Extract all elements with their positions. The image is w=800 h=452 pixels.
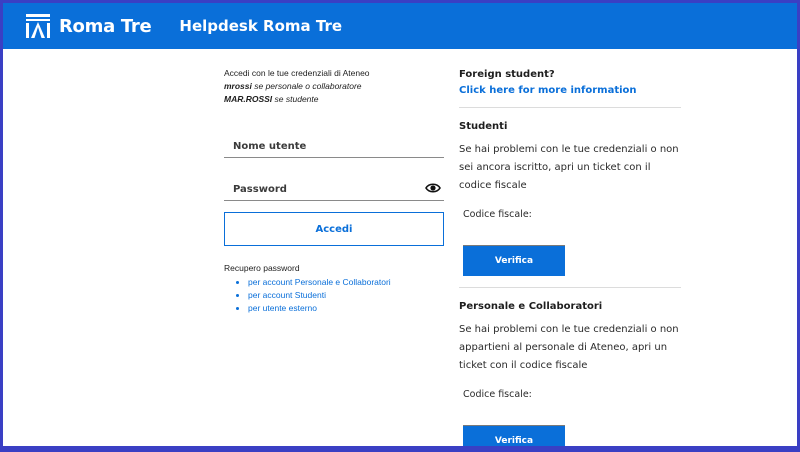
- divider: [459, 107, 681, 108]
- staff-cf-input[interactable]: [463, 416, 565, 426]
- login-button[interactable]: Accedi: [224, 212, 444, 246]
- top-bar: Roma Tre Helpdesk Roma Tre: [3, 3, 797, 49]
- site-title[interactable]: Helpdesk Roma Tre: [179, 17, 342, 35]
- password-input[interactable]: [224, 179, 444, 200]
- recovery-link-students[interactable]: per account Studenti: [234, 289, 444, 302]
- students-description: Se hai problemi con le tue credenziali o…: [459, 144, 679, 191]
- intro-example-staff: mrossi se personale o collaboratore: [224, 80, 444, 93]
- recovery-link-staff[interactable]: per account Personale e Collaboratori: [234, 276, 444, 289]
- foreign-student-info-link[interactable]: Click here for more information: [459, 85, 681, 96]
- students-verify-button[interactable]: Verifica: [463, 246, 565, 276]
- students-cf-input[interactable]: [463, 236, 565, 246]
- logo-text: Roma Tre: [59, 15, 152, 37]
- help-panel: Foreign student? Click here for more inf…: [459, 69, 681, 446]
- username-input[interactable]: [224, 136, 444, 157]
- students-cf-label: Codice fiscale:: [463, 209, 532, 220]
- page: Roma Tre Helpdesk Roma Tre Accedi con le…: [3, 3, 797, 446]
- recovery-link-external[interactable]: per utente esterno: [234, 302, 444, 315]
- example-text-student: se studente: [272, 94, 319, 104]
- roma-tre-logo[interactable]: Roma Tre: [25, 3, 152, 49]
- password-recovery-title: Recupero password: [224, 263, 300, 273]
- login-panel: Accedi con le tue credenziali di Ateneo …: [224, 67, 444, 315]
- intro-example-student: MAR.ROSSI se studente: [224, 93, 444, 106]
- staff-title: Personale e Collaboratori: [459, 301, 603, 312]
- example-text-staff: se personale o collaboratore: [251, 81, 362, 91]
- username-field-wrapper: [224, 136, 444, 158]
- staff-description: Se hai problemi con le tue credenziali o…: [459, 324, 679, 371]
- password-field-wrapper: [224, 179, 444, 201]
- divider: [459, 287, 681, 288]
- example-username-student: MAR.ROSSI: [224, 94, 273, 104]
- example-username-staff: mrossi: [224, 81, 252, 91]
- foreign-student-title: Foreign student?: [459, 69, 555, 80]
- students-title: Studenti: [459, 121, 508, 132]
- password-recovery-list: per account Personale e Collaboratori pe…: [234, 276, 444, 315]
- login-intro: Accedi con le tue credenziali di Ateneo …: [224, 67, 444, 106]
- staff-cf-label: Codice fiscale:: [463, 389, 532, 400]
- roma-tre-emblem-icon: [26, 14, 50, 38]
- show-password-eye-icon[interactable]: [425, 182, 441, 194]
- intro-line: Accedi con le tue credenziali di Ateneo: [224, 68, 370, 78]
- staff-verify-button[interactable]: Verifica: [463, 426, 565, 446]
